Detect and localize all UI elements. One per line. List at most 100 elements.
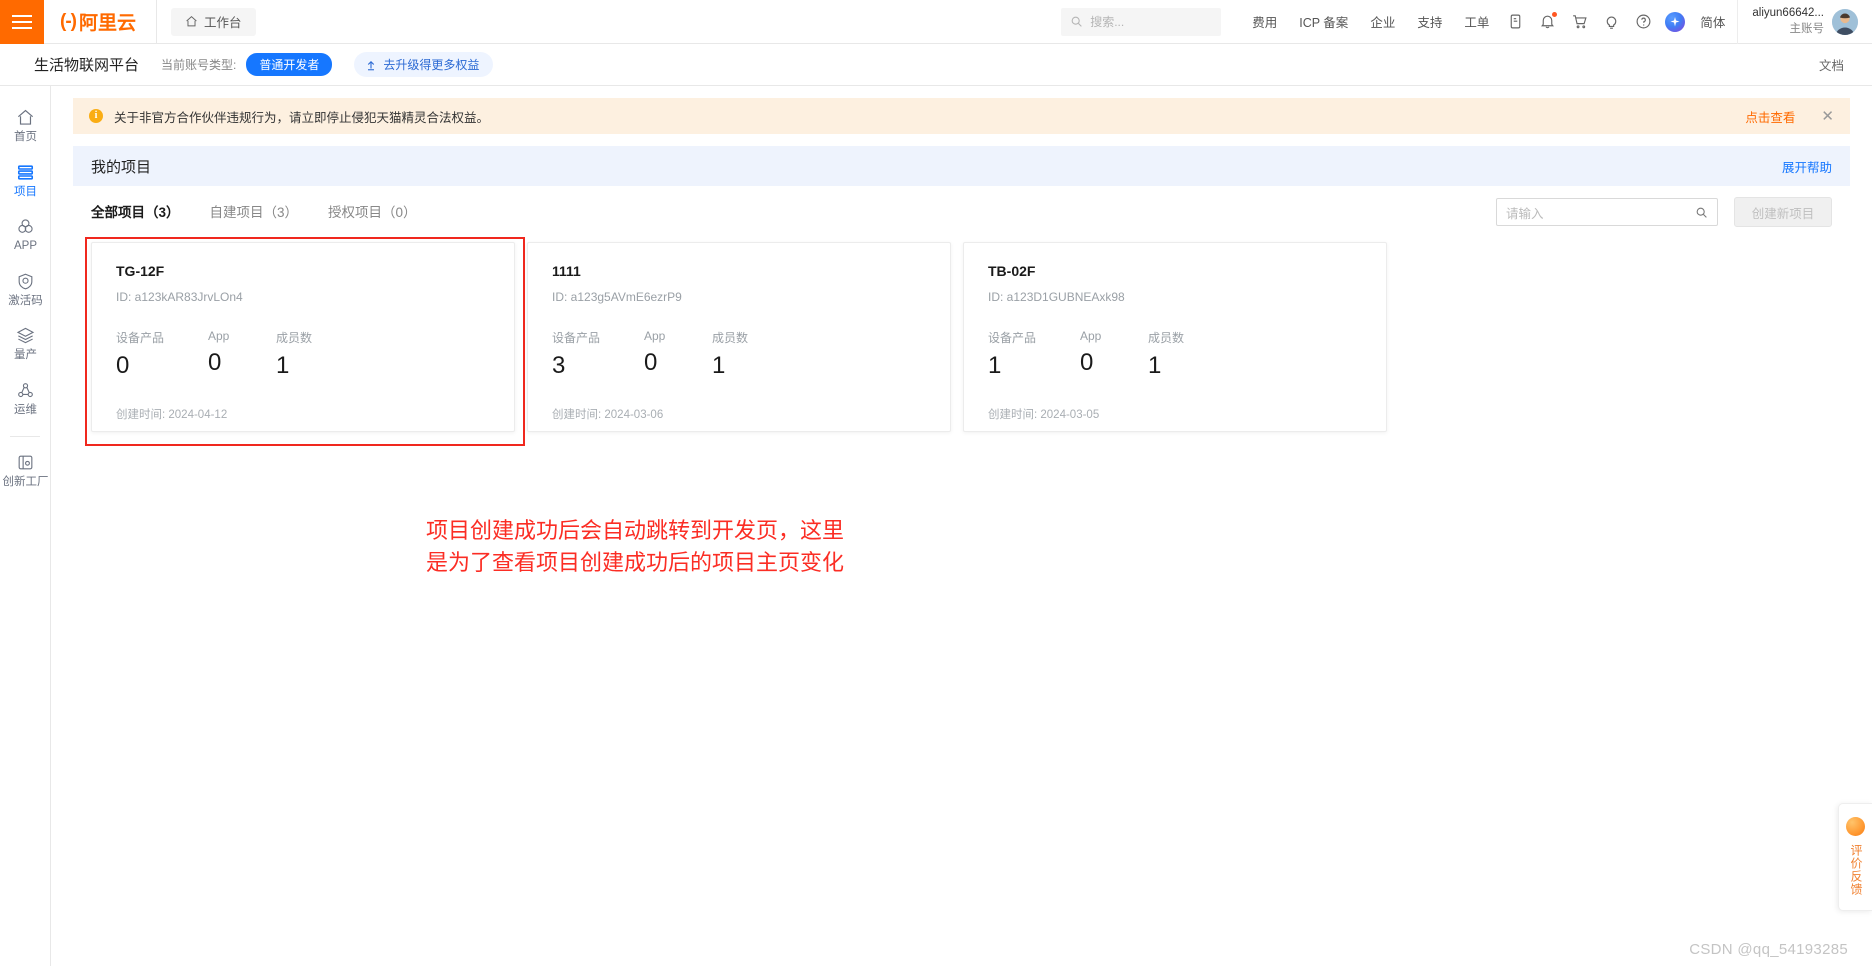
app-icon xyxy=(16,217,35,236)
project-card-list: TG-12F ID: a123kAR83JrvLOn4 设备产品 0 App 0 xyxy=(73,237,1850,446)
header-nav: 费用 ICP 备案 企业 支持 工单 xyxy=(1241,0,1500,44)
sidebar-item-label: APP xyxy=(13,240,37,252)
alert-action-link[interactable]: 点击查看 xyxy=(1745,107,1795,126)
page-root: (-) 阿里云 工作台 搜索... 费用 ICP 备案 企业 支持 工单 简体 … xyxy=(0,0,1872,966)
left-sidebar: 首页 项目 APP 激活码 量产 运维 创新工厂 xyxy=(0,86,51,966)
metric-label: 设备产品 xyxy=(116,331,165,345)
metric-value: 1 xyxy=(988,352,1002,379)
metric-devices: 设备产品 1 xyxy=(988,329,1080,378)
platform-title: 生活物联网平台 xyxy=(34,57,140,74)
project-card-wrapper: TB-02F ID: a123D1GUBNEAxk98 设备产品 1 App 0 xyxy=(963,242,1387,432)
project-search-input[interactable]: 请输入 xyxy=(1496,198,1718,226)
aliyun-logo[interactable]: (-) 阿里云 xyxy=(44,0,157,44)
project-card[interactable]: 1111 ID: a123g5AVmE6ezrP9 设备产品 3 App 0 成… xyxy=(527,242,951,432)
metric-app: App 0 xyxy=(1080,329,1148,378)
annotation-line-1: 项目创建成功后会自动跳转到开发页，这里 xyxy=(425,518,844,543)
metric-members: 成员数 1 xyxy=(712,329,780,378)
hamburger-line xyxy=(12,14,32,17)
metric-app: App 0 xyxy=(208,329,276,378)
upgrade-button[interactable]: 去升级得更多权益 xyxy=(354,52,494,77)
mobile-app-icon[interactable] xyxy=(1500,0,1530,44)
tab-own-projects[interactable]: 自建项目（3） xyxy=(210,201,299,223)
project-name: TG-12F xyxy=(116,263,165,279)
project-card[interactable]: TG-12F ID: a123kAR83JrvLOn4 设备产品 0 App 0 xyxy=(91,242,515,432)
project-name: 1111 xyxy=(552,263,581,279)
metric-value: 0 xyxy=(116,352,130,379)
sidebar-item-innovation-factory[interactable]: 创新工厂 xyxy=(0,443,51,498)
nav-link-enterprise[interactable]: 企业 xyxy=(1359,0,1406,44)
tab-authorized-projects[interactable]: 授权项目（0） xyxy=(328,201,417,223)
upgrade-label: 去升级得更多权益 xyxy=(383,58,480,72)
main-content: i 关于非官方合作伙伴违规行为，请立即停止侵犯天猫精灵合法权益。 点击查看 ✕ … xyxy=(51,86,1872,966)
alert-banner: i 关于非官方合作伙伴违规行为，请立即停止侵犯天猫精灵合法权益。 点击查看 ✕ xyxy=(73,98,1850,134)
nav-link-support[interactable]: 支持 xyxy=(1406,0,1453,44)
account-menu[interactable]: aliyun66642... 主账号 xyxy=(1737,0,1872,44)
workbench-button[interactable]: 工作台 xyxy=(171,7,256,36)
sidebar-item-label: 运维 xyxy=(14,403,37,416)
account-role: 主账号 xyxy=(1789,22,1825,35)
page-title-band: 我的项目 展开帮助 xyxy=(73,146,1850,186)
language-selector[interactable]: 简体 xyxy=(1690,12,1737,31)
innovation-factory-icon xyxy=(16,453,35,472)
aliyun-logo-mark: (-) xyxy=(60,10,77,32)
metric-value: 1 xyxy=(1148,352,1162,379)
activation-code-icon xyxy=(16,272,35,291)
sidebar-item-operations[interactable]: 运维 xyxy=(0,371,51,426)
sidebar-item-project[interactable]: 项目 xyxy=(0,153,51,208)
search-icon xyxy=(1695,206,1708,219)
menu-toggle-button[interactable] xyxy=(0,0,44,44)
account-type-badge[interactable]: 普通开发者 xyxy=(246,53,333,76)
sidebar-item-app[interactable]: APP xyxy=(0,207,51,262)
help-icon[interactable] xyxy=(1628,0,1658,44)
nav-link-tickets[interactable]: 工单 xyxy=(1453,0,1500,44)
platform-subheader: 生活物联网平台 当前账号类型: 普通开发者 去升级得更多权益 文档 xyxy=(0,44,1872,86)
home-icon xyxy=(185,15,198,28)
bell-icon[interactable] xyxy=(1532,0,1562,44)
metric-label: 成员数 xyxy=(1148,331,1185,345)
aliyun-logo-text: 阿里云 xyxy=(78,13,136,34)
global-search-input[interactable]: 搜索... xyxy=(1061,7,1222,36)
project-metrics: 设备产品 1 App 0 成员数 1 xyxy=(988,329,1362,378)
project-card-wrapper: 1111 ID: a123g5AVmE6ezrP9 设备产品 3 App 0 成… xyxy=(527,242,951,432)
annotation-text: 项目创建成功后会自动跳转到开发页，这里 是为了查看项目创建成功后的项目主页变化 xyxy=(355,515,915,579)
project-created-date: 创建时间: 2024-03-05 xyxy=(988,409,1100,421)
metric-value: 1 xyxy=(712,352,726,379)
sidebar-item-mass-production[interactable]: 量产 xyxy=(0,316,51,371)
metric-value: 0 xyxy=(208,349,222,376)
project-card[interactable]: TB-02F ID: a123D1GUBNEAxk98 设备产品 1 App 0 xyxy=(963,242,1387,432)
project-id: ID: a123D1GUBNEAxk98 xyxy=(988,290,1125,304)
close-icon[interactable]: ✕ xyxy=(1821,109,1834,124)
create-project-button[interactable]: 创建新项目 xyxy=(1734,197,1832,227)
doc-link[interactable]: 文档 xyxy=(1819,55,1844,74)
operations-icon xyxy=(16,381,35,400)
project-name: TB-02F xyxy=(988,263,1036,279)
hamburger-line xyxy=(12,26,32,29)
sidebar-divider xyxy=(10,436,40,437)
tab-all-projects[interactable]: 全部项目（3） xyxy=(91,201,180,223)
sidebar-item-home[interactable]: 首页 xyxy=(0,98,51,153)
global-search-placeholder: 搜索... xyxy=(1090,15,1125,29)
sidebar-item-label: 首页 xyxy=(14,131,37,143)
sidebar-item-label: 量产 xyxy=(14,349,37,361)
globe-icon[interactable] xyxy=(1660,0,1690,44)
page-title: 我的项目 xyxy=(91,158,152,176)
global-header: (-) 阿里云 工作台 搜索... 费用 ICP 备案 企业 支持 工单 简体 … xyxy=(0,0,1872,44)
metric-label: 成员数 xyxy=(276,331,313,345)
nav-link-icp[interactable]: ICP 备案 xyxy=(1288,0,1359,44)
feedback-widget[interactable]: 评价反馈 xyxy=(1838,803,1872,911)
metric-label: 设备产品 xyxy=(552,331,601,345)
home-icon xyxy=(16,108,35,127)
cart-icon[interactable] xyxy=(1564,0,1594,44)
account-name: aliyun66642... xyxy=(1752,6,1824,19)
metric-label: App xyxy=(1080,329,1102,343)
sidebar-item-activation-code[interactable]: 激活码 xyxy=(0,262,51,317)
project-card-wrapper: TG-12F ID: a123kAR83JrvLOn4 设备产品 0 App 0 xyxy=(85,237,525,446)
nav-link-fees[interactable]: 费用 xyxy=(1241,0,1288,44)
metric-app: App 0 xyxy=(644,329,712,378)
annotation-line-2: 是为了查看项目创建成功后的项目主页变化 xyxy=(425,549,844,575)
expand-help-link[interactable]: 展开帮助 xyxy=(1782,157,1832,176)
bulb-icon[interactable] xyxy=(1596,0,1626,44)
metric-label: 成员数 xyxy=(712,331,749,345)
project-created-date: 创建时间: 2024-04-12 xyxy=(116,409,228,421)
watermark: CSDN @qq_54193285 xyxy=(1689,941,1848,958)
